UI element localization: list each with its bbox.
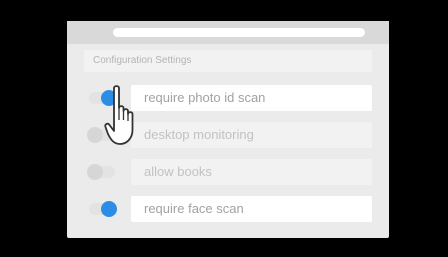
address-bar[interactable] — [113, 28, 365, 37]
setting-row-allow-books[interactable]: allow books — [84, 158, 372, 186]
setting-label: require face scan — [131, 196, 372, 222]
setting-label: allow books — [131, 159, 372, 185]
allow-books-toggle[interactable] — [87, 164, 115, 180]
face-scan-toggle[interactable] — [89, 201, 117, 217]
toggle-knob — [87, 127, 103, 143]
setting-label: require photo id scan — [131, 85, 372, 111]
setting-label: desktop monitoring — [131, 122, 372, 148]
section-title: Configuration Settings — [84, 50, 372, 72]
toggle-knob — [101, 201, 117, 217]
browser-title-bar — [67, 21, 389, 44]
setting-row-face-scan[interactable]: require face scan — [84, 195, 372, 223]
toggle-knob — [87, 164, 103, 180]
pointer-hand-icon — [104, 85, 134, 145]
